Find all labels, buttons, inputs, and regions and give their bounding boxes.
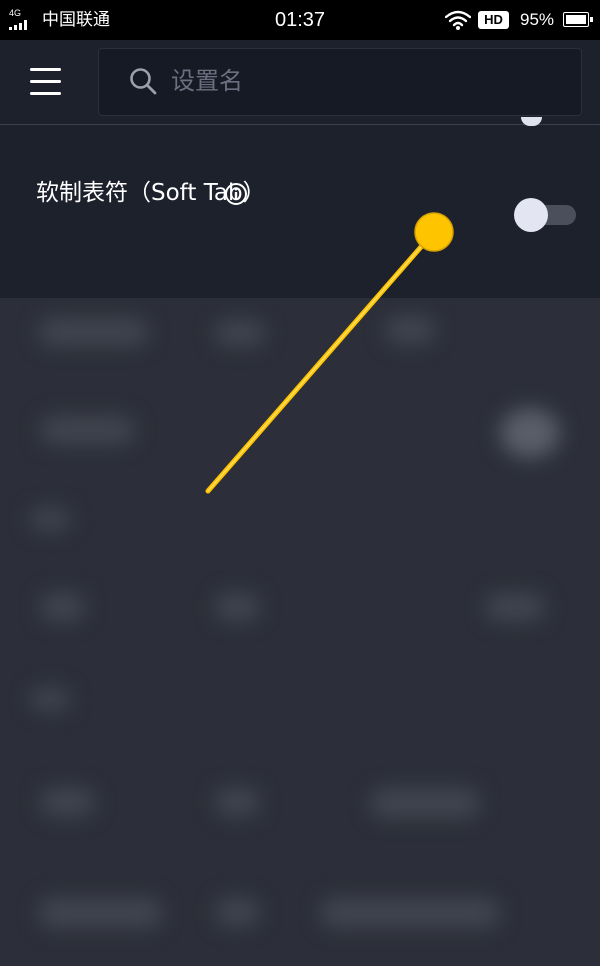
toggle-thumb: [514, 198, 548, 232]
search-box[interactable]: [98, 48, 582, 116]
search-icon: [130, 68, 157, 95]
network-type: 4G: [9, 8, 22, 18]
battery-icon: [563, 12, 593, 27]
app-header: [0, 40, 600, 125]
carrier-name: 中国联通: [42, 10, 110, 30]
previous-toggle-thumb[interactable]: [521, 117, 542, 126]
search-input[interactable]: [171, 64, 551, 98]
status-bar: 4G 中国联通 01:37 HD 95%: [0, 0, 600, 40]
battery-percentage: 95%: [520, 10, 555, 29]
setting-row-soft-tab: 软制表符（Soft Tab）: [0, 117, 600, 298]
blurred-overlay: [0, 298, 600, 966]
hd-badge: HD: [478, 11, 509, 29]
signal-icon: 4G: [9, 8, 37, 30]
clock: 01:37: [274, 9, 326, 31]
info-icon[interactable]: [224, 182, 248, 206]
wifi-icon: [445, 10, 471, 30]
setting-label: 软制表符（Soft Tab）: [36, 180, 266, 206]
hamburger-menu-icon[interactable]: [30, 68, 62, 96]
soft-tab-toggle[interactable]: [514, 198, 576, 232]
